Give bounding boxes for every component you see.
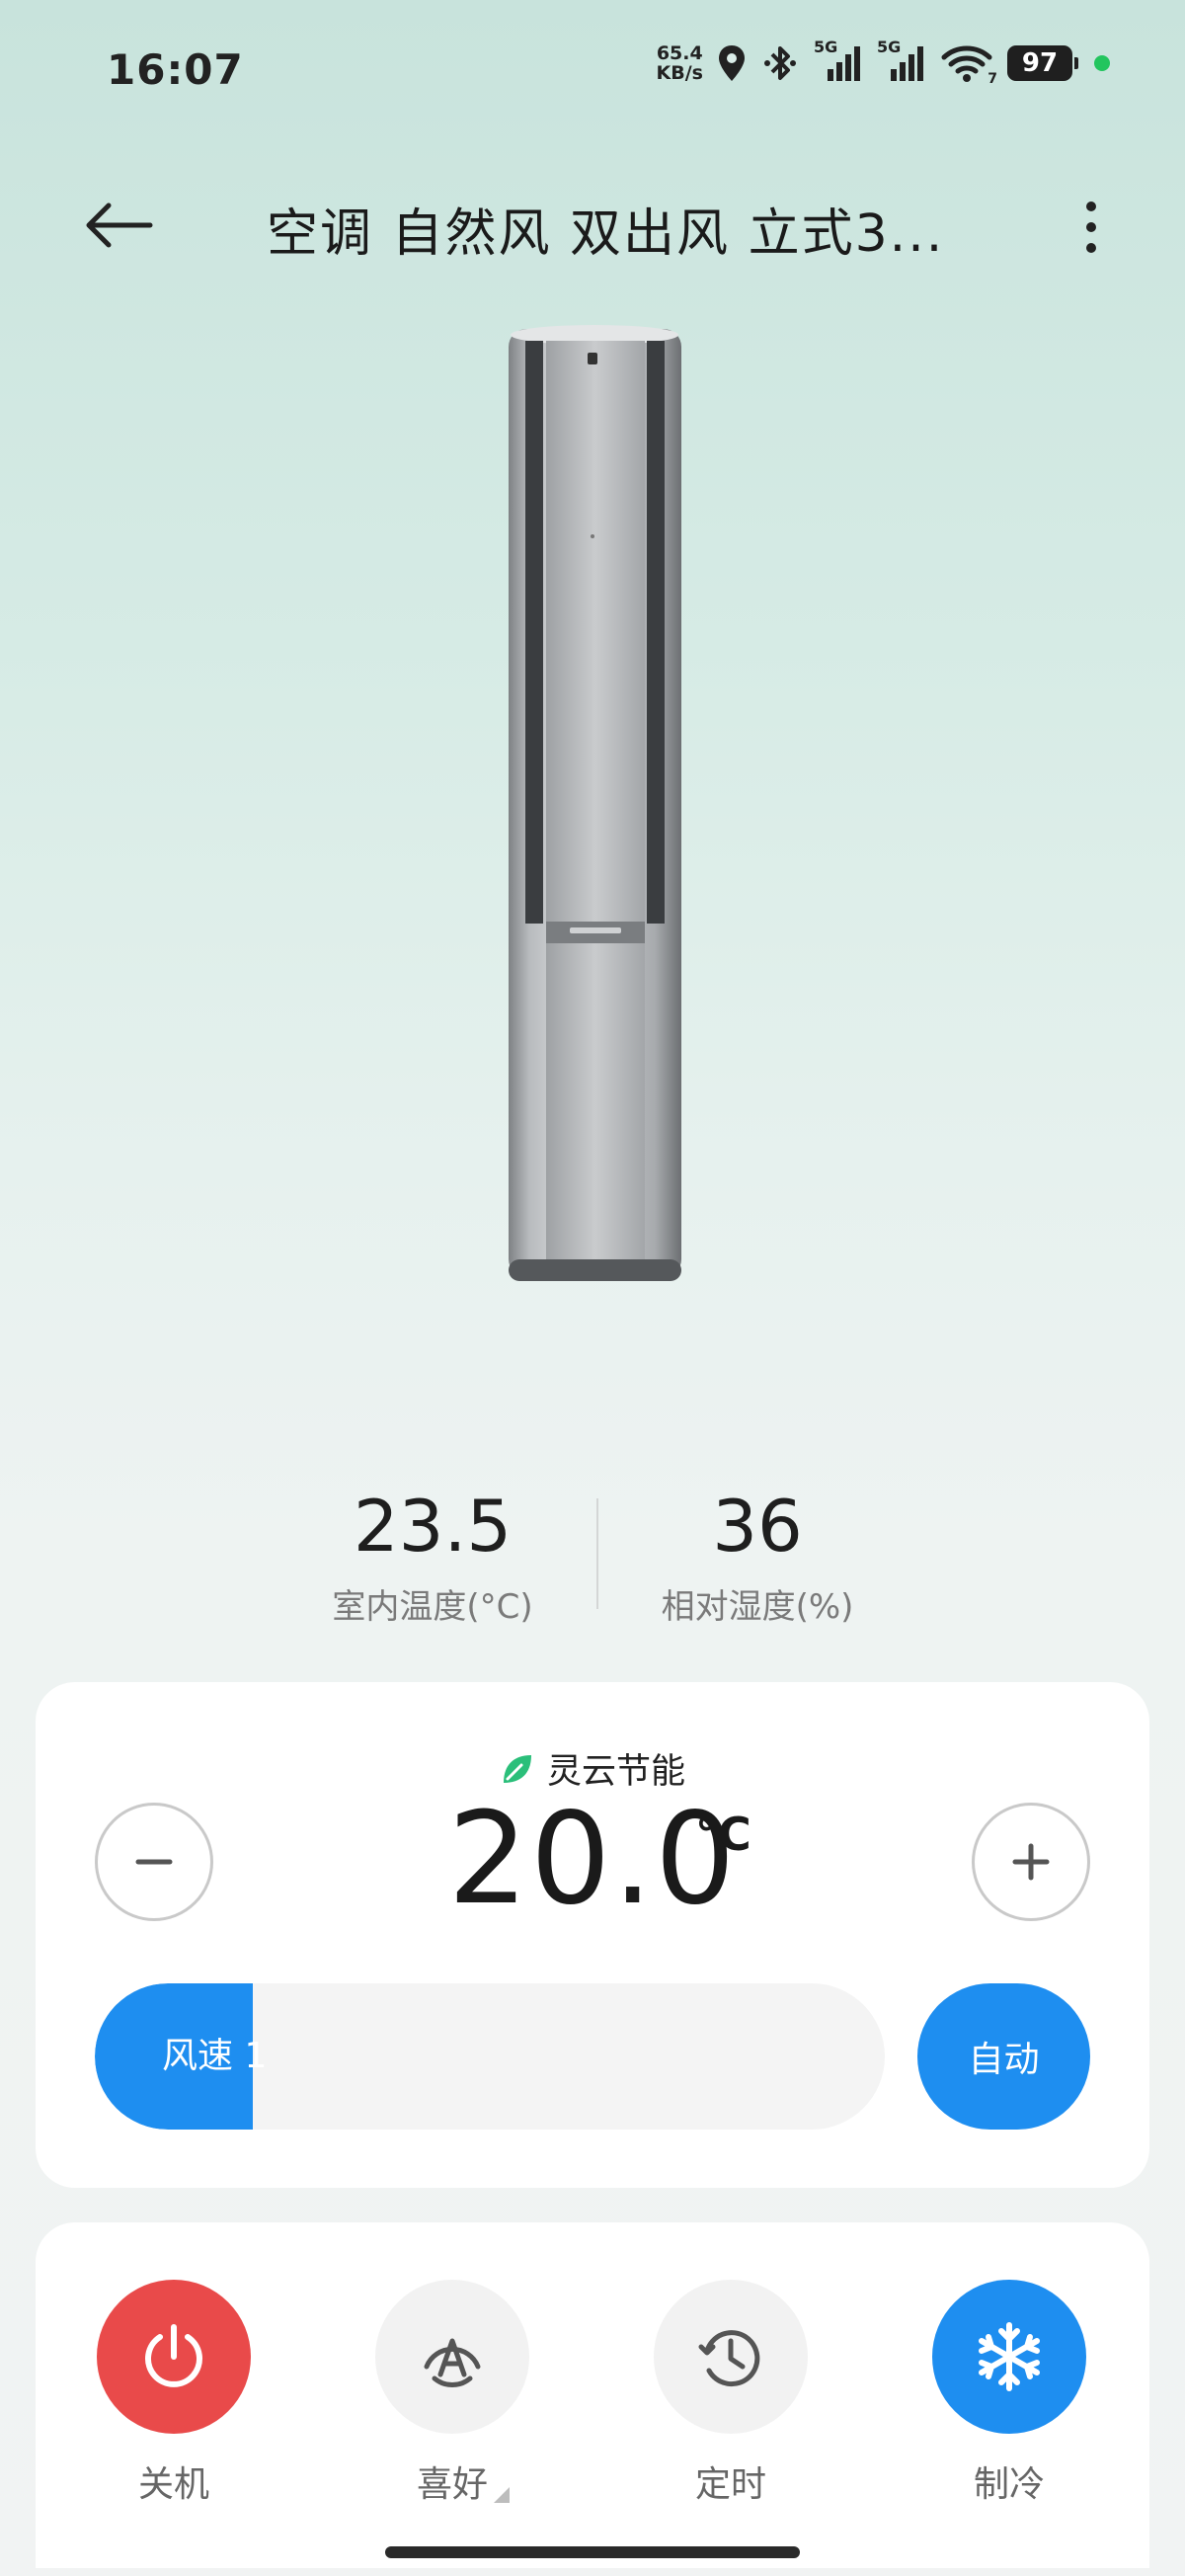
- indoor-temperature: 23.5 室内温度(°C): [284, 1477, 581, 1628]
- signal-icon: 5G: [814, 38, 863, 83]
- mode-card: 关机 喜好 定时 制冷: [36, 2222, 1149, 2568]
- minus-icon: [135, 1859, 173, 1865]
- clock-icon: [698, 2330, 760, 2387]
- more-vertical-icon: [1086, 201, 1096, 253]
- header: 空调 自然风 双出风 立式3...: [0, 168, 1185, 286]
- preference-button-circle[interactable]: [375, 2280, 529, 2434]
- dropdown-triangle-icon: [494, 2487, 510, 2503]
- power-button-circle[interactable]: [97, 2280, 251, 2434]
- temperature-unit: °C: [695, 1808, 751, 1861]
- privacy-indicator-dot: [1094, 55, 1110, 71]
- power-label: 关机: [137, 2464, 209, 2505]
- indoor-temperature-label: 室内温度(°C): [332, 1587, 533, 1627]
- power-button[interactable]: 关机: [95, 2280, 253, 2507]
- divider: [596, 1498, 598, 1609]
- increase-temperature-button[interactable]: [972, 1803, 1090, 1921]
- network-speed: 65.4 KB/s: [656, 42, 703, 84]
- back-button[interactable]: [79, 196, 158, 255]
- timer-button[interactable]: 定时: [652, 2280, 810, 2507]
- status-icons: 65.4 KB/s 5G 5G 7 97: [656, 38, 1110, 87]
- snowflake-icon: [979, 2322, 1040, 2391]
- cooling-mode-label: 制冷: [973, 2464, 1045, 2505]
- back-arrow-icon: [86, 202, 153, 248]
- indoor-temperature-value: 23.5: [353, 1485, 513, 1568]
- cooling-mode-circle[interactable]: [932, 2280, 1086, 2434]
- timer-label: 定时: [694, 2464, 766, 2505]
- timer-button-circle[interactable]: [654, 2280, 808, 2434]
- preference-button[interactable]: 喜好: [373, 2280, 531, 2507]
- cooling-mode-button[interactable]: 制冷: [930, 2280, 1088, 2507]
- location-icon: [717, 43, 747, 83]
- sensor-readings: 23.5 室内温度(°C) 36 相对湿度(%): [0, 1477, 1185, 1645]
- temperature-control-card: 灵云节能 20.0 °C 风速 1 自动: [36, 1682, 1149, 2188]
- humidity-label: 相对湿度(%): [661, 1587, 854, 1627]
- preference-label: 喜好: [417, 2455, 510, 2507]
- fan-speed-slider[interactable]: 风速 1: [95, 1983, 885, 2130]
- wifi-icon: 7: [940, 43, 997, 87]
- target-temperature-value: 20.0: [447, 1786, 738, 1933]
- humidity-value: 36: [712, 1485, 803, 1568]
- auto-fan-button[interactable]: 自动: [917, 1983, 1090, 2130]
- auto-a-icon: [424, 2338, 481, 2387]
- signal-icon: 5G: [877, 38, 926, 83]
- bluetooth-icon: [760, 43, 800, 83]
- page-title: 空调 自然风 双出风 立式3...: [267, 204, 945, 264]
- fan-speed-label: 风速 1: [162, 2036, 268, 2076]
- device-image: [499, 321, 691, 1289]
- power-icon: [145, 2324, 202, 2387]
- battery-icon: 97: [1007, 45, 1078, 81]
- status-time: 16:07: [107, 45, 244, 94]
- more-options-button[interactable]: [1066, 198, 1116, 257]
- leaf-icon: [503, 1754, 531, 1783]
- decrease-temperature-button[interactable]: [95, 1803, 213, 1921]
- status-bar: 16:07 65.4 KB/s 5G 5G 7 97: [0, 0, 1185, 148]
- home-indicator[interactable]: [385, 2546, 800, 2558]
- relative-humidity: 36 相对湿度(%): [609, 1477, 906, 1628]
- plus-icon: [1012, 1843, 1050, 1881]
